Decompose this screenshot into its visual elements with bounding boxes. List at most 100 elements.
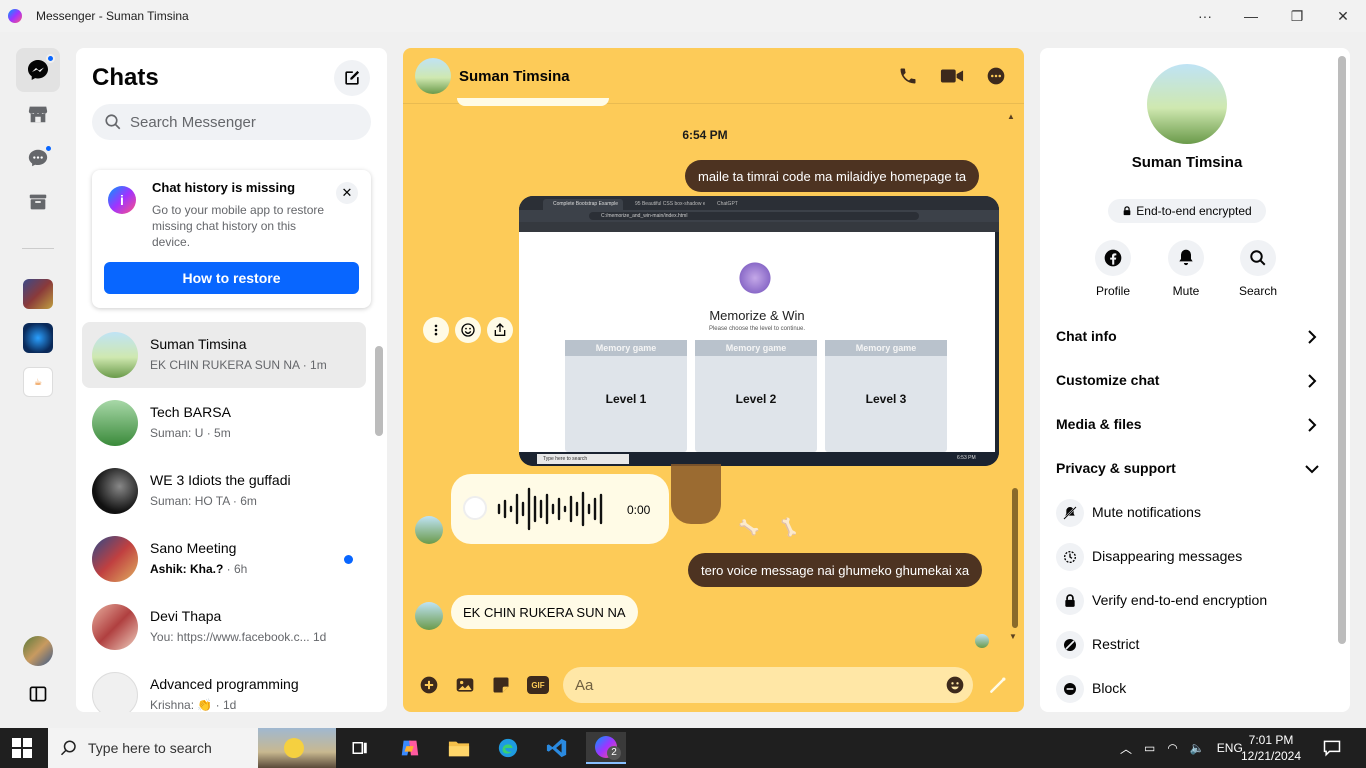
left-rail: ☕: [0, 32, 76, 728]
browser-tab: Complete Bootstrap Example: [543, 199, 623, 210]
community-thumb-2[interactable]: [23, 323, 53, 353]
customize-chat-section[interactable]: Customize chat: [1048, 361, 1326, 401]
vscode-button[interactable]: [537, 732, 577, 764]
shared-screenshot-image[interactable]: Complete Bootstrap Example 95 Beautiful …: [519, 196, 999, 466]
chat-history-notice: i Chat history is missing Go to your mob…: [92, 170, 371, 308]
message-composer: GIF Aa: [403, 660, 1024, 712]
unread-indicator: [46, 54, 55, 63]
java-community-thumb[interactable]: ☕: [23, 367, 53, 397]
play-button[interactable]: [463, 496, 487, 520]
contact-avatar[interactable]: [415, 58, 451, 94]
copilot-button[interactable]: [390, 732, 430, 764]
chat-info-section[interactable]: Chat info: [1048, 317, 1326, 357]
sun-icon: [284, 738, 304, 758]
mute-notifications-item[interactable]: Mute notifications: [1048, 493, 1326, 533]
messenger-taskbar-button[interactable]: 2: [586, 732, 626, 764]
taskbar-search-box[interactable]: Type here to search: [48, 728, 336, 768]
incoming-message[interactable]: EK CHIN RUKERA SUN NA: [451, 595, 638, 629]
block-item[interactable]: Block: [1048, 669, 1326, 709]
battery-icon[interactable]: ▭: [1144, 741, 1155, 755]
rail-chats-button[interactable]: [16, 48, 60, 92]
emoji-icon[interactable]: [945, 675, 965, 695]
toggle-sidebar-button[interactable]: [16, 672, 60, 716]
details-scrollbar[interactable]: [1338, 56, 1346, 644]
screenshot-search: Type here to search: [537, 454, 629, 464]
message-input[interactable]: Aa: [563, 667, 973, 703]
outgoing-message[interactable]: maile ta timrai code ma milaidiye homepa…: [685, 160, 980, 192]
conversation-scrollbar[interactable]: [1012, 488, 1018, 628]
react-button[interactable]: [455, 317, 481, 343]
video-call-button[interactable]: [940, 64, 964, 88]
bell-off-icon: [1056, 499, 1084, 527]
chat-row-suman-timsina[interactable]: Suman Timsina EK CHIN RUKERA SUN NA · 1m: [82, 322, 366, 388]
media-files-section[interactable]: Media & files: [1048, 405, 1326, 445]
file-explorer-button[interactable]: [439, 732, 479, 764]
screenshot-taskbar: Type here to search 6:53 PM: [519, 452, 999, 466]
search-icon: [105, 114, 121, 130]
windows-start-button[interactable]: [12, 738, 34, 760]
phone-icon: [900, 68, 916, 84]
scroll-down-arrow-icon[interactable]: ▼: [1009, 632, 1017, 641]
chat-row-sano-meeting[interactable]: Sano Meeting Ashik: Kha.? · 6h: [82, 526, 366, 592]
user-avatar[interactable]: [23, 636, 53, 666]
vscode-icon: [546, 738, 567, 758]
how-to-restore-button[interactable]: How to restore: [104, 262, 359, 294]
messenger-icon: 2: [595, 736, 621, 760]
community-thumb-1[interactable]: [23, 279, 53, 309]
volume-icon[interactable]: 🔈: [1190, 741, 1205, 755]
rail-requests-button[interactable]: [16, 136, 60, 180]
browser-toolbar: C:/memorize_and_win-main/index.html: [519, 210, 999, 222]
clock-time: 7:01 PM: [1248, 733, 1294, 747]
profile-avatar[interactable]: [1147, 64, 1227, 144]
privacy-support-section[interactable]: Privacy & support: [1048, 449, 1326, 489]
conversation-details-panel: Suman Timsina End-to-end encrypted Profi…: [1040, 48, 1350, 712]
chat-list-scrollbar[interactable]: [375, 346, 383, 436]
rail-marketplace-button[interactable]: [16, 92, 60, 136]
restrict-item[interactable]: Restrict: [1048, 625, 1326, 665]
task-view-button[interactable]: [340, 732, 380, 764]
contact-name[interactable]: Suman Timsina: [459, 68, 570, 85]
wifi-icon[interactable]: ◠: [1167, 741, 1177, 755]
avatar: [92, 332, 138, 378]
rail-divider: [22, 248, 54, 249]
chat-row-tech-barsa[interactable]: Tech BARSA Suman: U · 5m: [82, 390, 366, 456]
preview-unread-text: Ashik: Kha.?: [150, 562, 224, 576]
more-options-button[interactable]: ···: [1182, 0, 1228, 32]
chat-name: Suman Timsina: [150, 336, 247, 352]
search-messenger-input[interactable]: Search Messenger: [92, 104, 371, 140]
quick-reaction-button[interactable]: [987, 674, 1009, 696]
level-label: Level 2: [735, 392, 777, 406]
chevron-right-icon: [1302, 371, 1322, 391]
chat-row-devi-thapa[interactable]: Devi Thapa You: https://www.facebook.c..…: [82, 594, 366, 660]
verify-encryption-item[interactable]: Verify end-to-end encryption: [1048, 581, 1326, 621]
sticker-button[interactable]: [490, 674, 512, 696]
chevron-up-icon[interactable]: ︿: [1120, 740, 1132, 757]
new-message-button[interactable]: [334, 60, 370, 96]
outgoing-message[interactable]: tero voice message nai ghumeko ghumekai …: [688, 553, 983, 587]
more-actions-button[interactable]: [423, 317, 449, 343]
conversation-info-button[interactable]: [984, 64, 1008, 88]
edge-browser-button[interactable]: [488, 732, 528, 764]
audio-call-button[interactable]: [896, 64, 920, 88]
notifications-button[interactable]: [1322, 738, 1344, 758]
more-attachments-button[interactable]: [418, 674, 440, 696]
share-button[interactable]: [487, 317, 513, 343]
disappearing-messages-item[interactable]: Disappearing messages: [1048, 537, 1326, 577]
search-action[interactable]: Search: [1228, 240, 1288, 298]
chat-row-we-3-idiots[interactable]: WE 3 Idiots the guffadi Suman: HO TA · 6…: [82, 458, 366, 524]
scroll-up-arrow-icon[interactable]: ▲: [1007, 112, 1015, 121]
chat-row-advanced-programming[interactable]: Advanced programming Krishna: 👏 · 1d: [82, 662, 366, 712]
audio-waveform: [497, 487, 603, 531]
taskbar-clock[interactable]: 7:01 PM 12/21/2024: [1236, 732, 1306, 764]
attach-photo-button[interactable]: [454, 674, 476, 696]
gif-button[interactable]: GIF: [526, 674, 550, 696]
minimize-button[interactable]: —: [1228, 0, 1274, 32]
rail-archive-button[interactable]: [16, 180, 60, 224]
voice-message[interactable]: 0:00: [451, 474, 669, 544]
mute-action[interactable]: Mute: [1156, 240, 1216, 298]
gif-icon: GIF: [527, 676, 549, 694]
restore-button[interactable]: ❐: [1274, 0, 1320, 32]
notice-close-button[interactable]: ✕: [336, 182, 358, 204]
close-window-button[interactable]: ✕: [1320, 0, 1366, 32]
profile-action[interactable]: Profile: [1083, 240, 1143, 298]
